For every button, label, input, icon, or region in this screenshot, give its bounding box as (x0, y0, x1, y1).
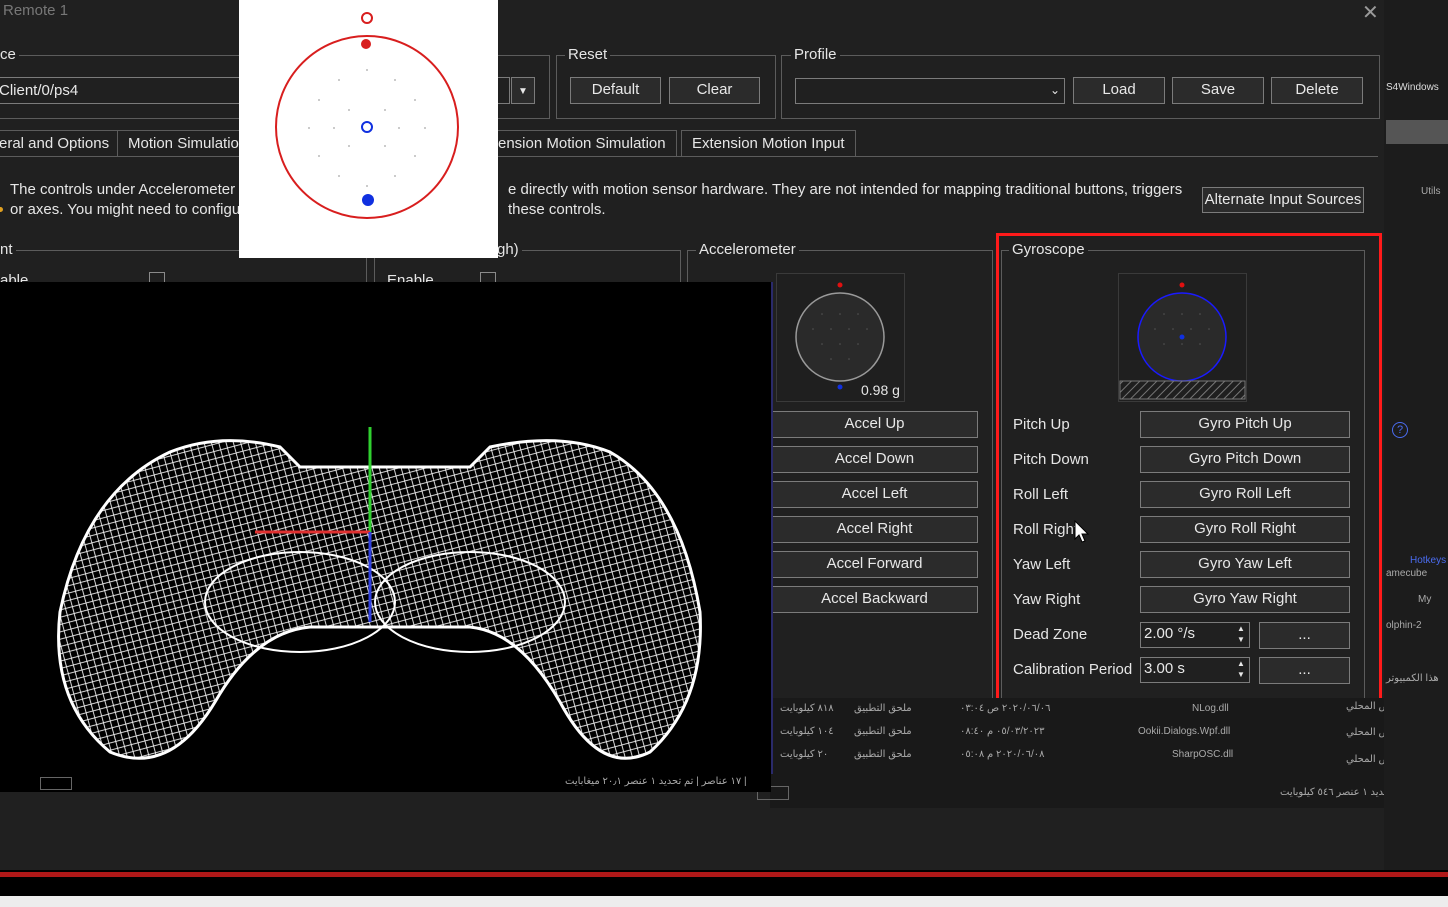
tab-motion-simulation[interactable]: Motion Simulatio (117, 130, 257, 157)
video-progress-bar[interactable] (0, 872, 1448, 877)
device-group-label: ce (0, 46, 19, 63)
accel-up-button[interactable]: Accel Up (771, 411, 978, 438)
background-panel (1386, 120, 1448, 144)
clear-button[interactable]: Clear (669, 77, 760, 104)
hotkeys-link[interactable]: Hotkeys (1410, 555, 1446, 566)
accel-left-button[interactable]: Accel Left (771, 481, 978, 508)
device-value: Client/0/ps4 (0, 82, 79, 99)
background-window-strip: S4Windows Utils ? Hotkeys amecube My olp… (1384, 0, 1448, 870)
delete-button[interactable]: Delete (1271, 77, 1363, 104)
accel-backward-button[interactable]: Accel Backward (771, 586, 978, 613)
device-dropdown-button[interactable]: ▼ (511, 77, 535, 104)
description-line1-left: The controls under Accelerometer (10, 181, 236, 198)
tab-strip-line (0, 156, 1378, 157)
sidebar-item-this-pc[interactable]: هذا الكمبيوتر (1386, 673, 1439, 684)
explorer-file-row-3[interactable]: ٢٠ كيلوبايت ملحق التطبيق ٢٠٢٠/٠٦/٠٨ م ٠٥… (780, 746, 1250, 766)
accel-down-button[interactable]: Accel Down (771, 446, 978, 473)
file-date: ٠٥/٠٣/٢٠٢٣ م ٠٨:٤٠ (960, 726, 1045, 737)
chevron-down-icon: ⌄ (1049, 83, 1060, 97)
utils-label: Utils (1421, 186, 1441, 197)
save-button[interactable]: Save (1172, 77, 1264, 104)
file-size: ٢٠ كيلوبايت (780, 749, 829, 760)
explorer-file-row-1[interactable]: ٨١٨ كيلوبايت ملحق التطبيق ٢٠٢٠/٠٦/٠٦ ص ٠… (780, 700, 1250, 720)
chevron-down-icon: ▼ (518, 86, 528, 97)
reset-group-label: Reset (565, 46, 611, 63)
load-button[interactable]: Load (1073, 77, 1165, 104)
stick-diagram (275, 12, 459, 219)
alternate-input-sources-button[interactable]: Alternate Input Sources (1202, 187, 1364, 213)
left-group-1-label: nt (0, 241, 16, 258)
help-icon[interactable]: ? (1392, 422, 1408, 438)
sidebar-item-gamecube[interactable]: amecube (1386, 568, 1427, 579)
background-window-title: S4Windows (1386, 82, 1439, 93)
default-button[interactable]: Default (570, 77, 661, 104)
file-name: SharpOSC.dll (1172, 749, 1234, 760)
overlay-controller-3d-view (0, 282, 773, 774)
overlay-stick-image (239, 0, 498, 258)
bottom-strip (0, 896, 1448, 907)
file-type: ملحق التطبيق (854, 749, 912, 760)
file-type: ملحق التطبيق (854, 703, 912, 714)
file-name: Ookii.Dialogs.Wpf.dll (1138, 726, 1231, 737)
description-line2-left: or axes. You might need to configu (10, 201, 241, 218)
file-type: ملحق التطبيق (854, 726, 912, 737)
file-date: ٢٠٢٠/٠٦/٠٨ م ٠٥:٠٨ (960, 749, 1045, 760)
accelerometer-readout: 0.98 g (861, 382, 900, 398)
mouse-cursor-icon (1074, 520, 1090, 543)
file-size: ١٠٤ كيلوبايت (780, 726, 834, 737)
tab-extension-motion-input[interactable]: Extension Motion Input (681, 130, 856, 157)
profile-select[interactable]: ⌄ (795, 78, 1065, 104)
tab-general-options[interactable]: eral and Options (0, 130, 121, 157)
tab-extension-motion-simulation[interactable]: ension Motion Simulation (482, 130, 677, 157)
sidebar-item-dolphin[interactable]: olphin-2 (1386, 620, 1422, 631)
accel-forward-button[interactable]: Accel Forward (771, 551, 978, 578)
explorer-file-row-2[interactable]: ١٠٤ كيلوبايت ملحق التطبيق ٠٥/٠٣/٢٠٢٣ م ٠… (780, 723, 1250, 743)
controller-wireframe (57, 427, 702, 760)
file-date: ٢٠٢٠/٠٦/٠٦ ص ٠٣:٠٤ (960, 703, 1051, 714)
description-line1-right: e directly with motion sensor hardware. … (508, 181, 1183, 198)
accelerometer-indicator: 0.98 g (776, 273, 905, 402)
sidebar-item-my[interactable]: My (1418, 594, 1431, 605)
description-line2-right: these controls. (508, 201, 606, 218)
overlay-status-bar: ١٧ عناصر | تم تحديد ١ عنصر ٢٠٫١ ميغابايت… (0, 774, 771, 792)
left-group-2-label: gh) (494, 241, 522, 258)
accel-right-button[interactable]: Accel Right (771, 516, 978, 543)
highlight-rectangle (996, 233, 1382, 745)
file-size: ٨١٨ كيلوبايت (780, 703, 834, 714)
profile-group-label: Profile (791, 46, 840, 63)
file-name: NLog.dll (1192, 703, 1229, 714)
view-toggle-icon[interactable] (40, 777, 72, 790)
overlay-status-text: ١٧ عناصر | تم تحديد ١ عنصر ٢٠٫١ ميغابايت… (565, 776, 747, 787)
window-title: Remote 1 (3, 2, 69, 19)
close-icon[interactable]: ✕ (1362, 0, 1379, 25)
accelerometer-group-label: Accelerometer (696, 241, 799, 258)
